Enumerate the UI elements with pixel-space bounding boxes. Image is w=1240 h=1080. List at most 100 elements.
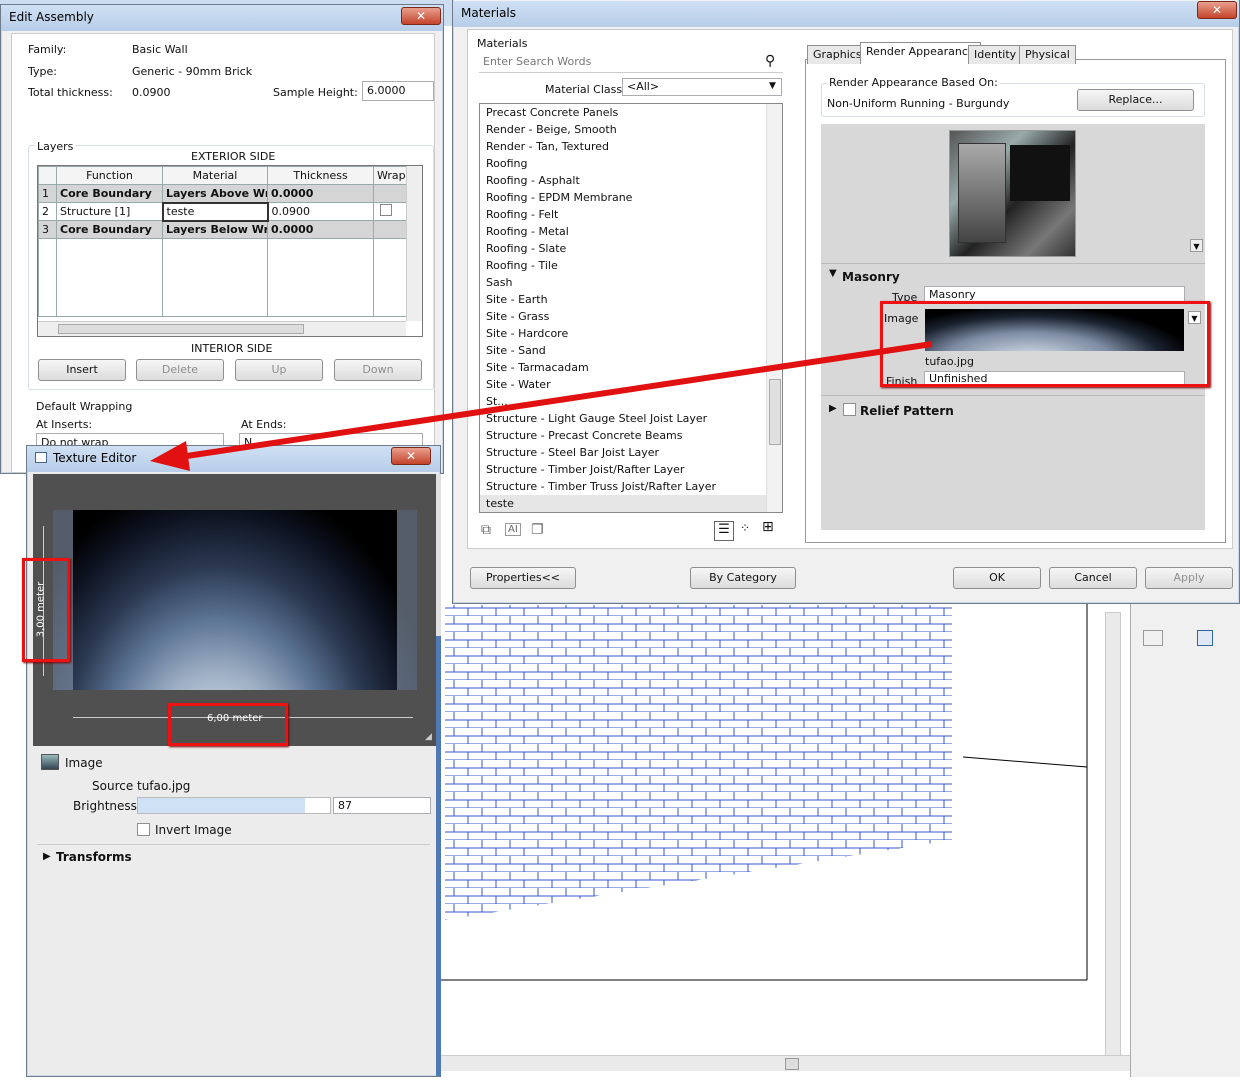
table-row[interactable]: 3 Core Boundary Layers Below Wra 0.0000 <box>38 220 409 239</box>
properties-toggle-button[interactable]: Properties<< <box>470 567 576 589</box>
vertical-scrollbar[interactable] <box>406 166 422 321</box>
list-item[interactable]: Structure - Timber Truss Joist/Rafter La… <box>480 478 782 495</box>
invert-image-checkbox[interactable] <box>137 823 150 836</box>
preview-options-dropdown[interactable]: ▼ <box>1190 239 1203 252</box>
tab-identity[interactable]: Identity <box>968 45 1023 64</box>
search-input[interactable]: Enter Search Words <box>479 53 783 73</box>
texture-image <box>53 510 417 690</box>
large-icons-view-icon[interactable]: ⊞ <box>762 519 774 535</box>
edit-assembly-title: Edit Assembly <box>1 5 443 31</box>
col-wrap[interactable]: Wrap <box>373 166 409 185</box>
texture-editor-scrollbar[interactable] <box>436 474 441 1076</box>
search-icon[interactable]: ⚲ <box>765 53 775 69</box>
ok-button[interactable]: OK <box>953 567 1041 589</box>
materials-group-label: Materials <box>477 37 528 50</box>
table-row[interactable]: 2 Structure [1] teste 0.0900 <box>38 201 409 222</box>
masonry-type-select[interactable]: Masonry <box>924 286 1185 302</box>
type-value: Generic - 90mm Brick <box>132 65 253 78</box>
list-item[interactable]: Roofing - Asphalt <box>480 172 782 189</box>
col-thickness[interactable]: Thickness <box>267 166 374 185</box>
close-icon[interactable]: ✕ <box>401 7 441 25</box>
list-item[interactable]: St... <box>480 393 782 410</box>
layers-label: Layers <box>35 140 76 153</box>
interior-side-label: INTERIOR SIDE <box>191 342 273 355</box>
tab-render-appearance[interactable]: Render Appearance <box>860 42 981 64</box>
expand-icon[interactable]: ▶ <box>829 403 837 414</box>
up-button[interactable]: Up <box>235 359 323 381</box>
col-material[interactable]: Material <box>162 166 268 185</box>
sample-height-input[interactable]: 6.0000 <box>362 81 434 101</box>
masonry-section-label[interactable]: Masonry <box>842 270 900 284</box>
materials-list-scrollbar[interactable] <box>766 104 782 512</box>
transforms-section-label[interactable]: Transforms <box>56 850 132 864</box>
tab-physical[interactable]: Physical <box>1019 45 1076 64</box>
thickness-value: 0.0900 <box>132 86 171 99</box>
replace-button[interactable]: Replace... <box>1077 89 1194 111</box>
wrap-checkbox[interactable] <box>380 204 392 216</box>
list-item[interactable]: Sash <box>480 274 782 291</box>
brightness-slider[interactable] <box>137 797 331 814</box>
chevron-down-icon: ▼ <box>769 81 776 91</box>
list-item[interactable]: Site - Water <box>480 376 782 393</box>
expand-icon[interactable]: ▶ <box>43 851 51 862</box>
list-item[interactable]: Structure - Steel Bar Joist Layer <box>480 444 782 461</box>
apply-button[interactable]: Apply <box>1145 567 1233 589</box>
material-class-select[interactable]: <All> <box>622 78 782 96</box>
horizontal-scrollbar[interactable] <box>440 1055 1130 1071</box>
family-label: Family: <box>28 43 67 56</box>
relief-pattern-checkbox[interactable] <box>843 403 856 416</box>
col-function[interactable]: Function <box>56 166 163 185</box>
list-item[interactable]: Roofing - Metal <box>480 223 782 240</box>
table-row[interactable]: 1 Core Boundary Layers Above Wr 0.0000 <box>38 184 409 203</box>
materials-list[interactable]: Precast Concrete Panels Render - Beige, S… <box>479 103 783 513</box>
tab-graphics[interactable]: Graphics <box>807 45 868 64</box>
list-item[interactable]: Site - Sand <box>480 342 782 359</box>
list-item[interactable]: Site - Earth <box>480 291 782 308</box>
drawing-canvas[interactable] <box>440 600 1130 1077</box>
texture-editor-icon <box>35 452 47 463</box>
list-item[interactable]: teste <box>480 495 782 512</box>
horizontal-scrollbar[interactable] <box>38 321 406 336</box>
down-button[interactable]: Down <box>334 359 422 381</box>
collapse-icon[interactable]: ▼ <box>829 268 837 279</box>
source-label: Source <box>92 779 134 793</box>
close-icon[interactable]: ✕ <box>1197 1 1237 19</box>
list-item[interactable]: Render - Tan, Textured <box>480 138 782 155</box>
list-item[interactable]: Site - Tarmacadam <box>480 359 782 376</box>
highlight-height-box <box>22 558 70 662</box>
duplicate-icon[interactable]: ⧉ <box>481 522 491 538</box>
cancel-button[interactable]: Cancel <box>1049 567 1137 589</box>
list-item[interactable]: Structure - Timber Joist/Rafter Layer <box>480 461 782 478</box>
insert-button[interactable]: Insert <box>38 359 126 381</box>
default-wrapping-label: Default Wrapping <box>36 400 133 413</box>
render-based-on-value: Non-Uniform Running - Burgundy <box>827 97 1010 110</box>
list-item[interactable]: Site - Hardcore <box>480 325 782 342</box>
source-value[interactable]: tufao.jpg <box>137 779 190 793</box>
resize-grip-icon[interactable]: ◢ <box>425 732 432 742</box>
layers-table: Function Material Thickness Wrap 1 Core … <box>37 165 423 337</box>
list-item[interactable]: Structure - Precast Concrete Beams <box>480 427 782 444</box>
list-item[interactable]: Precast Concrete Panels <box>480 104 782 121</box>
family-value: Basic Wall <box>132 43 188 56</box>
list-item[interactable]: Roofing - Slate <box>480 240 782 257</box>
type-selector-icon[interactable] <box>1143 630 1163 646</box>
delete-button[interactable]: Delete <box>136 359 224 381</box>
list-view-icon[interactable]: ☰ <box>714 521 734 541</box>
list-item[interactable]: Roofing <box>480 155 782 172</box>
rename-icon[interactable]: AI <box>505 523 521 536</box>
thickness-label: Total thickness: <box>28 86 113 99</box>
list-item[interactable]: Render - Beige, Smooth <box>480 121 782 138</box>
small-icons-view-icon[interactable]: ⁘ <box>740 521 750 535</box>
list-item[interactable]: Structure - Light Gauge Steel Joist Laye… <box>480 410 782 427</box>
list-item[interactable]: Roofing - EPDM Membrane <box>480 189 782 206</box>
list-item[interactable]: Site - Grass <box>480 308 782 325</box>
scrollbar[interactable] <box>1105 612 1121 1062</box>
window-icon[interactable] <box>1197 630 1213 646</box>
close-icon[interactable]: ✕ <box>391 447 431 465</box>
list-item[interactable]: Roofing - Tile <box>480 257 782 274</box>
list-item[interactable]: Roofing - Felt <box>480 206 782 223</box>
by-category-button[interactable]: By Category <box>690 567 796 589</box>
brightness-input[interactable]: 87 <box>333 797 431 814</box>
new-material-icon[interactable]: ❐ <box>531 522 544 538</box>
material-class-label: Material Class: <box>545 83 626 96</box>
